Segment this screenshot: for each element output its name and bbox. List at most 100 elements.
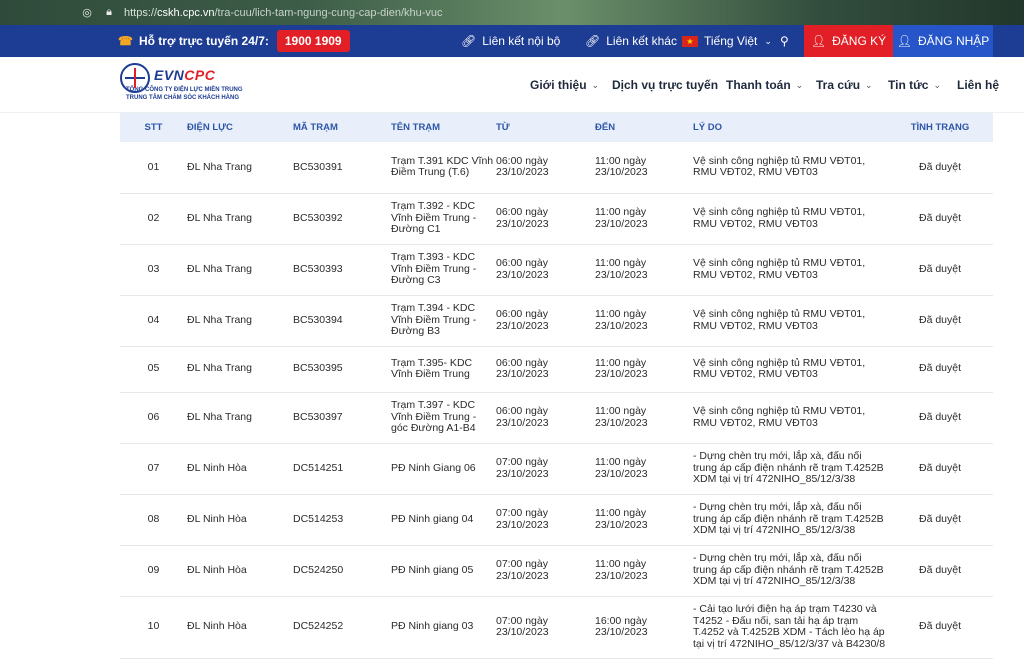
cell-to: 11:00 ngày 23/10/2023 bbox=[595, 494, 693, 546]
cell-status: Đã duyệt bbox=[887, 545, 993, 597]
table-row: 01 ĐL Nha Trang BC530391 Trạm T.391 KDC … bbox=[120, 142, 993, 194]
cell-from: 06:00 ngày 23/10/2023 bbox=[496, 392, 595, 444]
cell-reason: - Cải tạo lưới điện hạ áp trạm T4230 và … bbox=[693, 596, 887, 659]
cell-district: ĐL Nha Trang bbox=[187, 346, 293, 393]
register-label: ĐĂNG KÝ bbox=[832, 34, 887, 48]
header-stt: STT bbox=[144, 122, 163, 133]
nav-about[interactable]: Giới thiệu ⌄ bbox=[530, 57, 599, 113]
cell-to: 11:00 ngày 23/10/2023 bbox=[595, 392, 693, 444]
cell-reason: Vệ sinh công nghiệp tủ RMU VĐT01, RMU VĐ… bbox=[693, 392, 887, 444]
logo-brand: EVNCPC bbox=[154, 67, 216, 83]
cell-to: 16:00 ngày 23/10/2023 bbox=[595, 596, 693, 659]
cell-station: Trạm T.391 KDC Vĩnh Điềm Trung (T.6) bbox=[391, 142, 496, 194]
cell-code: BC530392 bbox=[293, 193, 391, 245]
cell-to: 11:00 ngày 23/10/2023 bbox=[595, 545, 693, 597]
cell-status: Đã duyệt bbox=[887, 193, 993, 245]
user-icon: 👤︎ bbox=[896, 34, 912, 48]
cell-status: Đã duyệt bbox=[887, 142, 993, 194]
nav-news[interactable]: Tin tức ⌄ bbox=[888, 57, 941, 113]
cell-station: Trạm T.394 - KDC Vĩnh Điềm Trung - Đường… bbox=[391, 295, 496, 347]
outage-schedule-table: STT ĐIỆN LỰC MÃ TRẠM TÊN TRẠM TỪ ĐẾN LÝ … bbox=[120, 113, 993, 659]
chevron-down-icon: ⌄ bbox=[933, 79, 942, 90]
main-header: EVNCPC TỔNG CÔNG TY ĐIỆN LỰC MIỀN TRUNG … bbox=[0, 57, 1024, 113]
header-from: TỪ bbox=[496, 122, 510, 133]
table-header-row: STT ĐIỆN LỰC MÃ TRẠM TÊN TRẠM TỪ ĐẾN LÝ … bbox=[120, 113, 993, 142]
table-row: 07 ĐL Ninh Hòa DC514251 PĐ Ninh Giang 06… bbox=[120, 443, 993, 495]
cell-reason: - Dựng chèn trụ mới, lắp xà, đấu nối tru… bbox=[693, 443, 887, 495]
cell-code: DC524252 bbox=[293, 596, 391, 659]
external-link[interactable]: 🔗︎ Liên kết khác bbox=[585, 25, 677, 57]
hotline-badge[interactable]: 1900 1909 bbox=[276, 30, 350, 52]
support-label: Hỗ trợ trực tuyến 24/7: bbox=[138, 34, 269, 48]
cell-code: DC514251 bbox=[293, 443, 391, 495]
cell-code: BC530394 bbox=[293, 295, 391, 347]
cell-stt: 04 bbox=[120, 295, 187, 347]
register-button[interactable]: 👤︎ ĐĂNG KÝ bbox=[804, 25, 893, 57]
cell-station: Trạm T.392 - KDC Vĩnh Điềm Trung - Đường… bbox=[391, 193, 496, 245]
cell-code: DC514253 bbox=[293, 494, 391, 546]
security-shield-icon[interactable]: ◎ bbox=[80, 6, 94, 20]
table-row: 02 ĐL Nha Trang BC530392 Trạm T.392 - KD… bbox=[120, 193, 993, 245]
header-reason: LÝ DO bbox=[693, 122, 723, 133]
cell-status: Đã duyệt bbox=[887, 346, 993, 393]
cell-station: Trạm T.397 - KDC Vĩnh Điềm Trung - góc Đ… bbox=[391, 392, 496, 444]
logo-line2: TRUNG TÂM CHĂM SÓC KHÁCH HÀNG bbox=[126, 95, 239, 101]
cell-station: PĐ Ninh giang 03 bbox=[391, 596, 496, 659]
login-button[interactable]: 👤︎ ĐĂNG NHẬP bbox=[893, 25, 993, 57]
search-icon: ⚲ bbox=[780, 34, 789, 48]
support-hotline: ☎ Hỗ trợ trực tuyến 24/7: 1900 1909 bbox=[118, 25, 350, 57]
cell-to: 11:00 ngày 23/10/2023 bbox=[595, 244, 693, 296]
vietnam-flag-icon: ★ bbox=[682, 35, 698, 47]
top-bar: ☎ Hỗ trợ trực tuyến 24/7: 1900 1909 🔗︎ L… bbox=[0, 25, 1024, 57]
cell-to: 11:00 ngày 23/10/2023 bbox=[595, 443, 693, 495]
header-district: ĐIỆN LỰC bbox=[187, 122, 233, 133]
table-row: 08 ĐL Ninh Hòa DC514253 PĐ Ninh giang 04… bbox=[120, 494, 993, 546]
cell-stt: 09 bbox=[120, 545, 187, 597]
cell-district: ĐL Nha Trang bbox=[187, 392, 293, 444]
cell-code: DC524250 bbox=[293, 545, 391, 597]
cell-stt: 05 bbox=[120, 346, 187, 393]
cell-from: 06:00 ngày 23/10/2023 bbox=[496, 244, 595, 296]
language-selector[interactable]: ★ Tiếng Việt ⌄ bbox=[682, 25, 772, 57]
cell-reason: Vệ sinh công nghiệp tủ RMU VĐT01, RMU VĐ… bbox=[693, 244, 887, 296]
cell-stt: 01 bbox=[120, 142, 187, 194]
internal-link[interactable]: 🔗︎ Liên kết nội bộ bbox=[461, 25, 560, 57]
cell-reason: - Dựng chèn trụ mới, lắp xà, đấu nối tru… bbox=[693, 545, 887, 597]
cell-reason: Vệ sinh công nghiệp tủ RMU VĐT01, RMU VĐ… bbox=[693, 295, 887, 347]
cell-district: ĐL Nha Trang bbox=[187, 295, 293, 347]
cell-district: ĐL Ninh Hòa bbox=[187, 596, 293, 659]
cell-station: Trạm T.395- KDC Vĩnh Điềm Trung bbox=[391, 346, 496, 393]
chevron-down-icon: ⌄ bbox=[591, 79, 600, 90]
cell-from: 06:00 ngày 23/10/2023 bbox=[496, 346, 595, 393]
cell-status: Đã duyệt bbox=[887, 244, 993, 296]
user-icon: 👤︎ bbox=[810, 34, 827, 48]
cell-from: 07:00 ngày 23/10/2023 bbox=[496, 494, 595, 546]
link-icon: 🔗︎ bbox=[585, 34, 601, 48]
cell-station: PĐ Ninh Giang 06 bbox=[391, 443, 496, 495]
chevron-down-icon: ⌄ bbox=[795, 79, 804, 90]
table-row: 06 ĐL Nha Trang BC530397 Trạm T.397 - KD… bbox=[120, 392, 993, 444]
cell-from: 07:00 ngày 23/10/2023 bbox=[496, 545, 595, 597]
cell-district: ĐL Nha Trang bbox=[187, 193, 293, 245]
table-row: 10 ĐL Ninh Hòa DC524252 PĐ Ninh giang 03… bbox=[120, 596, 993, 659]
nav-contact[interactable]: Liên hệ bbox=[957, 57, 999, 113]
url-path: /tra-cuu/lich-tam-ngung-cung-cap-dien/kh… bbox=[214, 6, 443, 19]
cell-from: 06:00 ngày 23/10/2023 bbox=[496, 193, 595, 245]
language-label: Tiếng Việt bbox=[704, 34, 758, 48]
search-button[interactable]: ⚲ bbox=[780, 25, 789, 57]
external-link-label: Liên kết khác bbox=[606, 34, 677, 48]
cell-code: BC530395 bbox=[293, 346, 391, 393]
cell-reason: - Dựng chèn trụ mới, lắp xà, đấu nối tru… bbox=[693, 494, 887, 546]
cell-district: ĐL Ninh Hòa bbox=[187, 545, 293, 597]
cell-stt: 02 bbox=[120, 193, 187, 245]
nav-services[interactable]: Dịch vụ trực tuyến bbox=[612, 57, 718, 113]
cell-stt: 07 bbox=[120, 443, 187, 495]
cell-station: PĐ Ninh giang 05 bbox=[391, 545, 496, 597]
browser-url-bar[interactable]: ◎ 🔒︎ https:// cskh.cpc.vn /tra-cuu/lich-… bbox=[0, 0, 1024, 25]
nav-payment[interactable]: Thanh toán ⌄ bbox=[726, 57, 803, 113]
nav-lookup[interactable]: Tra cứu ⌄ bbox=[816, 57, 873, 113]
table-row: 05 ĐL Nha Trang BC530395 Trạm T.395- KDC… bbox=[120, 346, 993, 393]
header-status: TÌNH TRẠNG bbox=[910, 122, 970, 133]
evncpc-logo[interactable]: EVNCPC TỔNG CÔNG TY ĐIỆN LỰC MIỀN TRUNG … bbox=[120, 63, 243, 102]
cell-reason: Vệ sinh công nghiệp tủ RMU VĐT01, RMU VĐ… bbox=[693, 346, 887, 393]
